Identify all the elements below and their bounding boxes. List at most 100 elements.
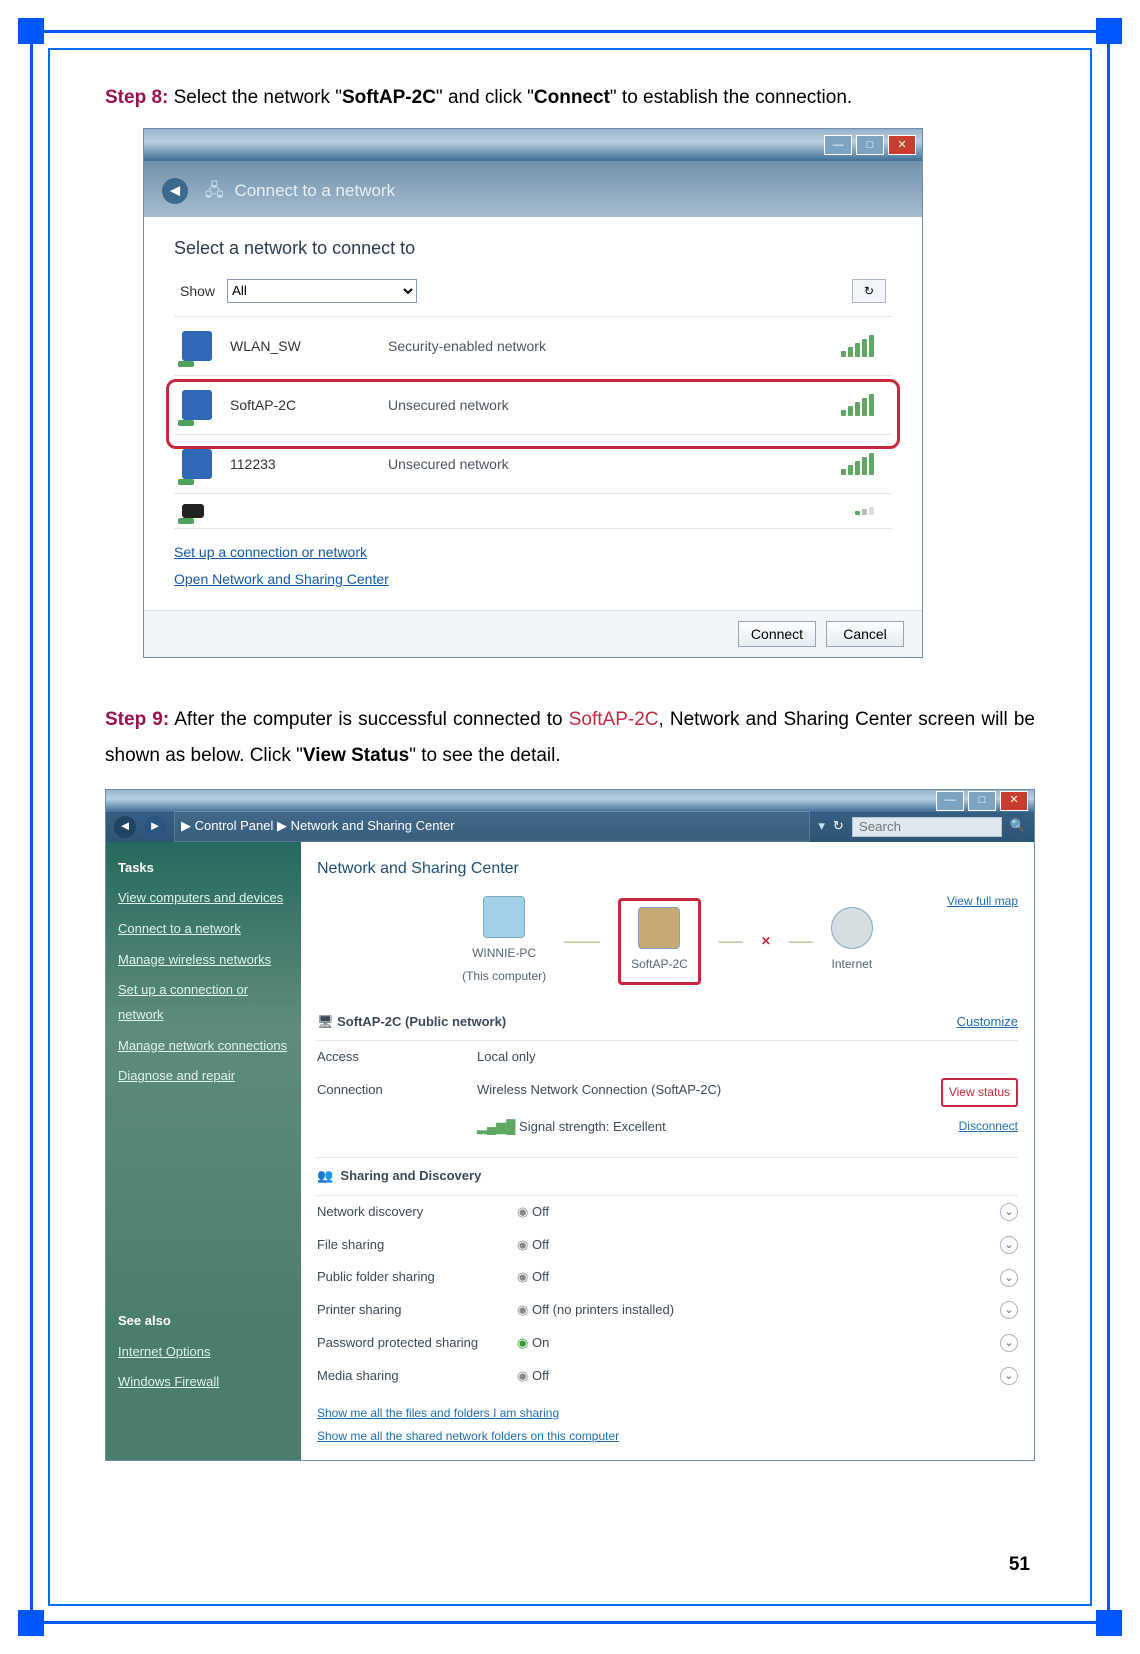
map-connector: —— — [719, 930, 743, 953]
minimize-button[interactable]: — — [824, 135, 852, 155]
expand-icon[interactable]: ⌄ — [1000, 1301, 1018, 1319]
view-status-button[interactable]: View status — [941, 1078, 1018, 1107]
expand-icon[interactable]: ⌄ — [1000, 1269, 1018, 1287]
step-label: Step 9: — [105, 709, 169, 730]
map-node-label: Internet — [831, 953, 873, 976]
network-security: Unsecured network — [388, 451, 823, 478]
signal-icon — [855, 507, 874, 515]
breadcrumb-path[interactable]: ▶ Control Panel ▶ Network and Sharing Ce… — [174, 811, 810, 842]
dialog-links: Set up a connection or network Open Netw… — [144, 529, 922, 610]
expand-icon[interactable]: ⌄ — [1000, 1236, 1018, 1254]
bold: View Status — [303, 745, 409, 766]
show-dropdown[interactable]: All — [227, 279, 417, 303]
maximize-button[interactable]: □ — [856, 135, 884, 155]
sd-name: Media sharing — [317, 1364, 517, 1389]
show-folders-link[interactable]: Show me all the shared network folders o… — [317, 1425, 1018, 1448]
connect-button[interactable]: Connect — [738, 621, 816, 647]
network-icon: 🖥 — [317, 1010, 334, 1035]
network-map: View full map WINNIE-PC (This computer) … — [317, 896, 1018, 988]
map-node-sub: (This computer) — [462, 965, 546, 988]
network-item[interactable]: WLAN_SW Security-enabled network — [174, 317, 892, 376]
sidebar-task[interactable]: Diagnose and repair — [118, 1064, 289, 1089]
text: " to see the detail. — [409, 745, 560, 766]
step-label: Step 8: — [105, 87, 168, 108]
users-icon: 👥 — [317, 1168, 333, 1183]
see-also-link[interactable]: Windows Firewall — [118, 1370, 289, 1395]
sd-value: Off — [532, 1368, 549, 1383]
refresh-button[interactable]: ↻ — [852, 279, 886, 303]
network-icon: 🖧 — [205, 181, 224, 200]
sd-name: File sharing — [317, 1233, 517, 1258]
page-number: 51 — [1009, 1554, 1030, 1576]
bench-icon — [638, 907, 680, 949]
network-security: Security-enabled network — [388, 333, 823, 360]
forward-icon[interactable]: ► — [144, 816, 166, 838]
search-icon[interactable]: 🔍 — [1010, 814, 1026, 839]
select-network-prompt: Select a network to connect to — [144, 217, 922, 269]
sidebar-task[interactable]: Manage wireless networks — [118, 948, 289, 973]
search-input[interactable] — [852, 817, 1002, 837]
cancel-button[interactable]: Cancel — [826, 621, 904, 647]
view-full-map-link[interactable]: View full map — [947, 890, 1018, 913]
network-name: WLAN_SW — [230, 333, 370, 360]
text: Select the network " — [168, 87, 342, 108]
tasks-heading: Tasks — [118, 856, 289, 881]
sd-value: On — [532, 1335, 549, 1350]
main-heading: Network and Sharing Center — [317, 854, 1018, 884]
sharing-center-window: — □ ✕ ◄ ► ▶ Control Panel ▶ Network and … — [105, 789, 1035, 1461]
show-label: Show — [180, 278, 215, 305]
softap-red: SoftAP-2C — [569, 709, 659, 730]
sd-name: Password protected sharing — [317, 1331, 517, 1356]
footer-links: Show me all the files and folders I am s… — [317, 1402, 1018, 1448]
close-button[interactable]: ✕ — [1000, 791, 1028, 811]
customize-link[interactable]: Customize — [957, 1010, 1018, 1035]
signal-icon — [841, 335, 874, 357]
sidebar-task[interactable]: Manage network connections — [118, 1034, 289, 1059]
sd-name: Printer sharing — [317, 1298, 517, 1323]
map-node-label: WINNIE-PC — [462, 942, 546, 965]
signal-icon — [841, 453, 874, 475]
computer-icon — [483, 896, 525, 938]
network-icon — [182, 449, 212, 479]
close-button[interactable]: ✕ — [888, 135, 916, 155]
show-files-link[interactable]: Show me all the files and folders I am s… — [317, 1402, 1018, 1425]
network-icon — [182, 504, 204, 518]
sd-name: Public folder sharing — [317, 1265, 517, 1290]
sidebar-task[interactable]: View computers and devices — [118, 886, 289, 911]
minimize-button[interactable]: — — [936, 791, 964, 811]
text: After the computer is successful connect… — [169, 709, 569, 730]
window-titlebar: — □ ✕ — [144, 129, 922, 161]
window-body: Tasks View computers and devices Connect… — [106, 842, 1034, 1460]
bold: Connect — [534, 87, 610, 108]
broken-icon: ✕ — [761, 930, 771, 953]
expand-icon[interactable]: ⌄ — [1000, 1334, 1018, 1352]
label-access: Access — [317, 1045, 477, 1070]
setup-connection-link[interactable]: Set up a connection or network — [174, 539, 892, 566]
back-icon[interactable]: ◄ — [162, 178, 188, 204]
globe-icon — [831, 907, 873, 949]
step8-paragraph: Step 8: Select the network "SoftAP-2C" a… — [105, 80, 1035, 116]
dialog-footer: Connect Cancel — [144, 610, 922, 657]
maximize-button[interactable]: □ — [968, 791, 996, 811]
back-icon[interactable]: ◄ — [114, 816, 136, 838]
network-icon — [182, 390, 212, 420]
sidebar-task[interactable]: Connect to a network — [118, 917, 289, 942]
map-node-label: SoftAP-2C — [631, 953, 688, 976]
expand-icon[interactable]: ⌄ — [1000, 1203, 1018, 1221]
sd-value: Off — [532, 1269, 549, 1284]
open-sharing-center-link[interactable]: Open Network and Sharing Center — [174, 566, 892, 593]
expand-icon[interactable]: ⌄ — [1000, 1367, 1018, 1385]
sidebar-task[interactable]: Set up a connection or network — [118, 978, 289, 1027]
show-filter-row: Show All ↻ — [144, 270, 922, 317]
network-item[interactable] — [174, 494, 892, 529]
see-also-link[interactable]: Internet Options — [118, 1340, 289, 1365]
window-header: ◄ 🖧 Connect to a network — [144, 161, 922, 217]
network-list: WLAN_SW Security-enabled network SoftAP-… — [174, 316, 892, 529]
text: " and click " — [436, 87, 534, 108]
label-connection: Connection — [317, 1078, 477, 1107]
signal-strength: Signal strength: Excellent — [519, 1119, 666, 1134]
tasks-sidebar: Tasks View computers and devices Connect… — [106, 842, 301, 1460]
refresh-icon[interactable]: ↻ — [833, 814, 844, 839]
disconnect-link[interactable]: Disconnect — [959, 1115, 1018, 1140]
network-name: 112233 — [230, 451, 370, 478]
